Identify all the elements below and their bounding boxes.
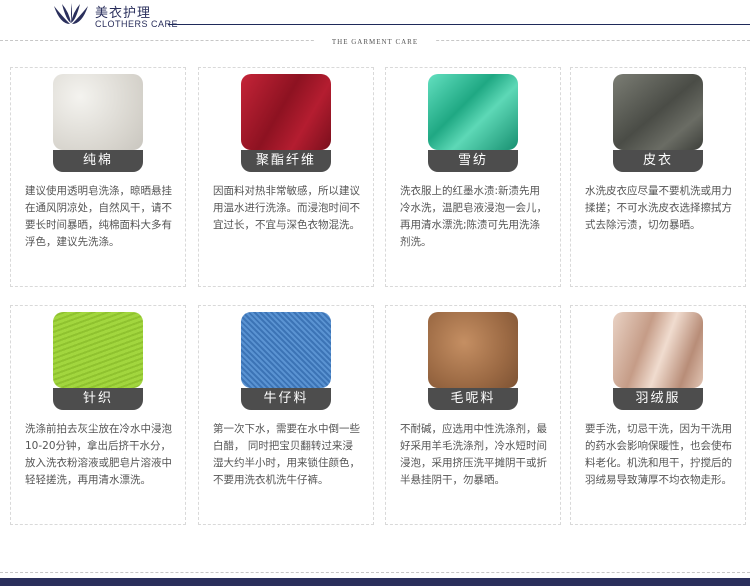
care-description: 水洗皮衣应尽量不要机洗或用力揉搓；不可水洗皮衣选择擦拭方式去除污渍，切勿暴晒。 <box>585 185 732 231</box>
fabric-thumbnail: 牛仔料 <box>241 312 331 410</box>
brand-subtitle: CLOTHERS CARE <box>95 19 179 29</box>
fabric-swatch <box>428 312 518 388</box>
fabric-label: 针织 <box>53 388 143 410</box>
care-description: 洗衣服上的红墨水渍:新渍先用冷水洗，温肥皂液浸泡一会儿，再用清水漂洗;陈渍可先用… <box>400 185 547 248</box>
care-card-cotton: 纯棉 建议使用透明皂洗涤，晾晒悬挂在通风阴凉处，自然风干，请不要长时间暴晒，纯棉… <box>10 67 186 287</box>
care-card-knit: 针织 洗涤前拍去灰尘放在冷水中浸泡10-20分钟，拿出后挤干水分， 放入洗衣粉溶… <box>10 305 186 525</box>
fabric-label: 牛仔料 <box>241 388 331 410</box>
footer-divider <box>0 572 750 573</box>
care-description: 要手洗，切忌干洗，因为干洗用的药水会影响保暖性，也会使布料老化。机洗和甩干，拧搅… <box>585 423 732 486</box>
fabric-thumbnail: 羽绒服 <box>613 312 703 410</box>
fabric-label: 聚酯纤维 <box>241 150 331 172</box>
care-card-chiffon: 雪纺 洗衣服上的红墨水渍:新渍先用冷水洗，温肥皂液浸泡一会儿，再用清水漂洗;陈渍… <box>385 67 561 287</box>
fabric-label: 毛呢料 <box>428 388 518 410</box>
fabric-swatch <box>613 74 703 150</box>
care-card-down: 羽绒服 要手洗，切忌干洗，因为干洗用的药水会影响保暖性，也会使布料老化。机洗和甩… <box>570 305 746 525</box>
care-description: 第一次下水，需要在水中倒一些白醋， 同时把宝贝翻转过来浸湿大约半小时，用来锁住颜… <box>213 423 360 486</box>
care-description: 建议使用透明皂洗涤，晾晒悬挂在通风阴凉处，自然风干，请不要长时间暴晒，纯棉面料大… <box>25 185 172 248</box>
fabric-label: 雪纺 <box>428 150 518 172</box>
fabric-thumbnail: 纯棉 <box>53 74 143 172</box>
fabric-swatch <box>53 312 143 388</box>
care-description: 因面料对热非常敏感，所以建议用温水进行洗涤。而浸泡时间不宜过长，不宜与深色衣物混… <box>213 185 360 231</box>
care-card-polyester: 聚酯纤维 因面料对热非常敏感，所以建议用温水进行洗涤。而浸泡时间不宜过长，不宜与… <box>198 67 374 287</box>
care-card-woolen: 毛呢料 不耐碱，应选用中性洗涤剂，最好采用羊毛洗涤剂，冷水短时间浸泡，采用挤压洗… <box>385 305 561 525</box>
header-divider <box>168 24 750 25</box>
footer-bar <box>0 578 750 586</box>
page-header: 美衣护理 CLOTHERS CARE <box>0 0 750 40</box>
fabric-swatch <box>53 74 143 150</box>
care-card-leather: 皮衣 水洗皮衣应尽量不要机洗或用力揉搓；不可水洗皮衣选择擦拭方式去除污渍，切勿暴… <box>570 67 746 287</box>
logo-icon <box>54 3 88 24</box>
fabric-label: 羽绒服 <box>613 388 703 410</box>
fabric-label: 皮衣 <box>613 150 703 172</box>
fabric-swatch <box>613 312 703 388</box>
fabric-swatch <box>428 74 518 150</box>
section-subtitle: THE GARMENT CARE <box>315 38 435 46</box>
care-description: 不耐碱，应选用中性洗涤剂，最好采用羊毛洗涤剂，冷水短时间浸泡，采用挤压洗平摊阴干… <box>400 423 547 486</box>
fabric-thumbnail: 毛呢料 <box>428 312 518 410</box>
fabric-thumbnail: 皮衣 <box>613 74 703 172</box>
care-card-denim: 牛仔料 第一次下水，需要在水中倒一些白醋， 同时把宝贝翻转过来浸湿大约半小时，用… <box>198 305 374 525</box>
fabric-thumbnail: 针织 <box>53 312 143 410</box>
fabric-swatch <box>241 74 331 150</box>
fabric-swatch <box>241 312 331 388</box>
fabric-thumbnail: 雪纺 <box>428 74 518 172</box>
fabric-label: 纯棉 <box>53 150 143 172</box>
care-description: 洗涤前拍去灰尘放在冷水中浸泡10-20分钟，拿出后挤干水分， 放入洗衣粉溶液或肥… <box>25 423 172 486</box>
fabric-thumbnail: 聚酯纤维 <box>241 74 331 172</box>
